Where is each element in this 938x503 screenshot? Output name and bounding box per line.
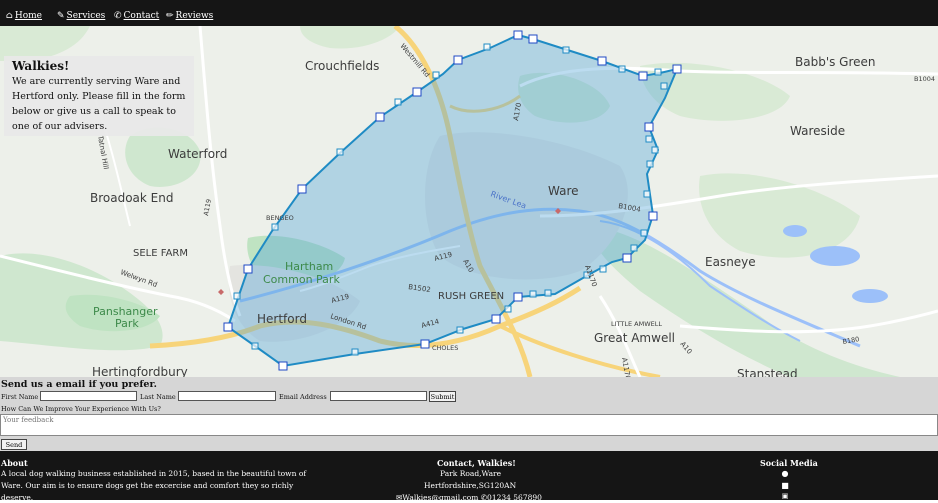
paw-icon: ✎ xyxy=(57,11,65,21)
form-title: Send us a email if you prefer. xyxy=(1,379,157,390)
phone-icon: ✆ xyxy=(114,11,122,21)
place-label: Common Park xyxy=(263,273,340,286)
last-name-field[interactable] xyxy=(178,391,276,401)
place-label: Hertford xyxy=(257,312,307,326)
lake xyxy=(852,289,888,303)
nav-contact-link[interactable]: ✆ Contact xyxy=(114,11,159,21)
instagram-icon[interactable]: ▣ xyxy=(780,492,790,500)
top-nav: ⌂ Home ✎ Services ✆ Contact ✏ Reviews xyxy=(0,0,938,26)
place-label: Babb's Green xyxy=(795,55,876,69)
about-text-line: Ware. Our aim is to ensure dogs get the … xyxy=(1,481,294,490)
place-label: Great Amwell xyxy=(594,331,675,345)
place-label: CHOLES xyxy=(432,344,458,352)
lake xyxy=(783,225,807,237)
submit-button[interactable]: Submit xyxy=(429,391,456,402)
place-label: Wareside xyxy=(790,124,845,138)
overlay-text: We are currently serving Ware and Hertfo… xyxy=(12,76,186,132)
first-name-label: First Name xyxy=(1,393,39,401)
twitter-icon[interactable]: ■ xyxy=(780,481,790,490)
about-text-line: A local dog walking business established… xyxy=(1,469,307,478)
place-label: Ware xyxy=(548,184,579,198)
place-label: SELE FARM xyxy=(133,248,188,259)
contact-phone[interactable]: 01234 567890 xyxy=(487,493,542,502)
nav-reviews-label: Reviews xyxy=(175,11,214,21)
nav-services-link[interactable]: ✎ Services xyxy=(57,11,105,21)
road-number: B1004 xyxy=(914,75,935,83)
lake xyxy=(810,246,860,266)
send-button[interactable]: Send xyxy=(1,439,27,450)
social-heading: Social Media xyxy=(760,458,818,468)
place-label: Hartham xyxy=(285,260,333,273)
contact-email[interactable]: Walkies@gmail.com xyxy=(402,493,478,502)
address-line: Park Road,Ware xyxy=(440,469,502,478)
pencil-icon: ✏ xyxy=(166,11,174,21)
contact-email-line: ✉Walkies@gmail.com ✆01234 567890 xyxy=(396,492,542,503)
nav-reviews-link[interactable]: ✏ Reviews xyxy=(166,11,213,21)
place-label: Broadoak End xyxy=(90,191,173,205)
map-info-overlay: Walkies! We are currently serving Ware a… xyxy=(4,56,194,136)
contact-form: Send us a email if you prefer. First Nam… xyxy=(0,377,938,451)
nav-contact-label: Contact xyxy=(123,11,160,21)
about-heading: About xyxy=(1,458,28,468)
place-label: Easneye xyxy=(705,255,756,269)
feedback-textarea[interactable] xyxy=(0,414,938,436)
service-area-map[interactable]: Crouchfields Babb's Green Waterford Ware… xyxy=(0,26,938,377)
place-label: Hertingfordbury xyxy=(92,365,188,377)
email-label: Email Address xyxy=(279,393,327,401)
facebook-icon[interactable]: ● xyxy=(780,469,790,478)
nav-services-label: Services xyxy=(66,11,106,21)
place-label: LITTLE AMWELL xyxy=(611,320,662,328)
address-line: Hertfordshire,SG120AN xyxy=(424,481,517,490)
email-field[interactable] xyxy=(330,391,427,401)
contact-heading: Contact, Walkies! xyxy=(437,458,516,468)
nav-home-label: Home xyxy=(14,11,43,21)
nav-home-link[interactable]: ⌂ Home xyxy=(6,11,42,21)
last-name-label: Last Name xyxy=(140,393,176,401)
place-label: RUSH GREEN xyxy=(438,291,504,302)
improve-label: How Can We Improve Your Experience With … xyxy=(1,405,161,413)
place-label: Waterford xyxy=(168,147,227,161)
overlay-title: Walkies! xyxy=(12,59,70,73)
first-name-field[interactable] xyxy=(40,391,137,401)
place-label: BENGEO xyxy=(266,214,294,222)
place-label: Park xyxy=(115,317,139,330)
home-icon: ⌂ xyxy=(6,11,13,21)
place-label: Crouchfields xyxy=(305,59,379,73)
footer: About A local dog walking business estab… xyxy=(0,451,938,503)
place-label: Stanstead xyxy=(737,367,798,377)
about-text-line: deserve. xyxy=(1,493,34,502)
